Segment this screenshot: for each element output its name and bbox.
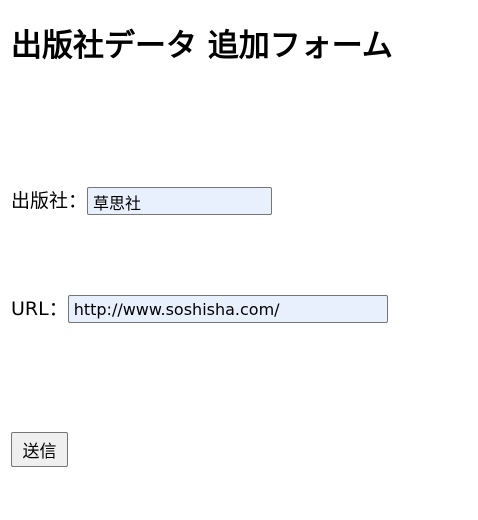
- url-label: URL：: [11, 298, 68, 320]
- page-title: 出版社データ 追加フォーム: [11, 28, 393, 64]
- submit-button[interactable]: 送信: [11, 432, 68, 467]
- url-row: URL：: [11, 294, 388, 324]
- publisher-label: 出版社：: [11, 190, 88, 212]
- publisher-input[interactable]: [87, 187, 273, 215]
- publisher-row: 出版社：: [11, 186, 273, 216]
- url-input[interactable]: [67, 295, 388, 323]
